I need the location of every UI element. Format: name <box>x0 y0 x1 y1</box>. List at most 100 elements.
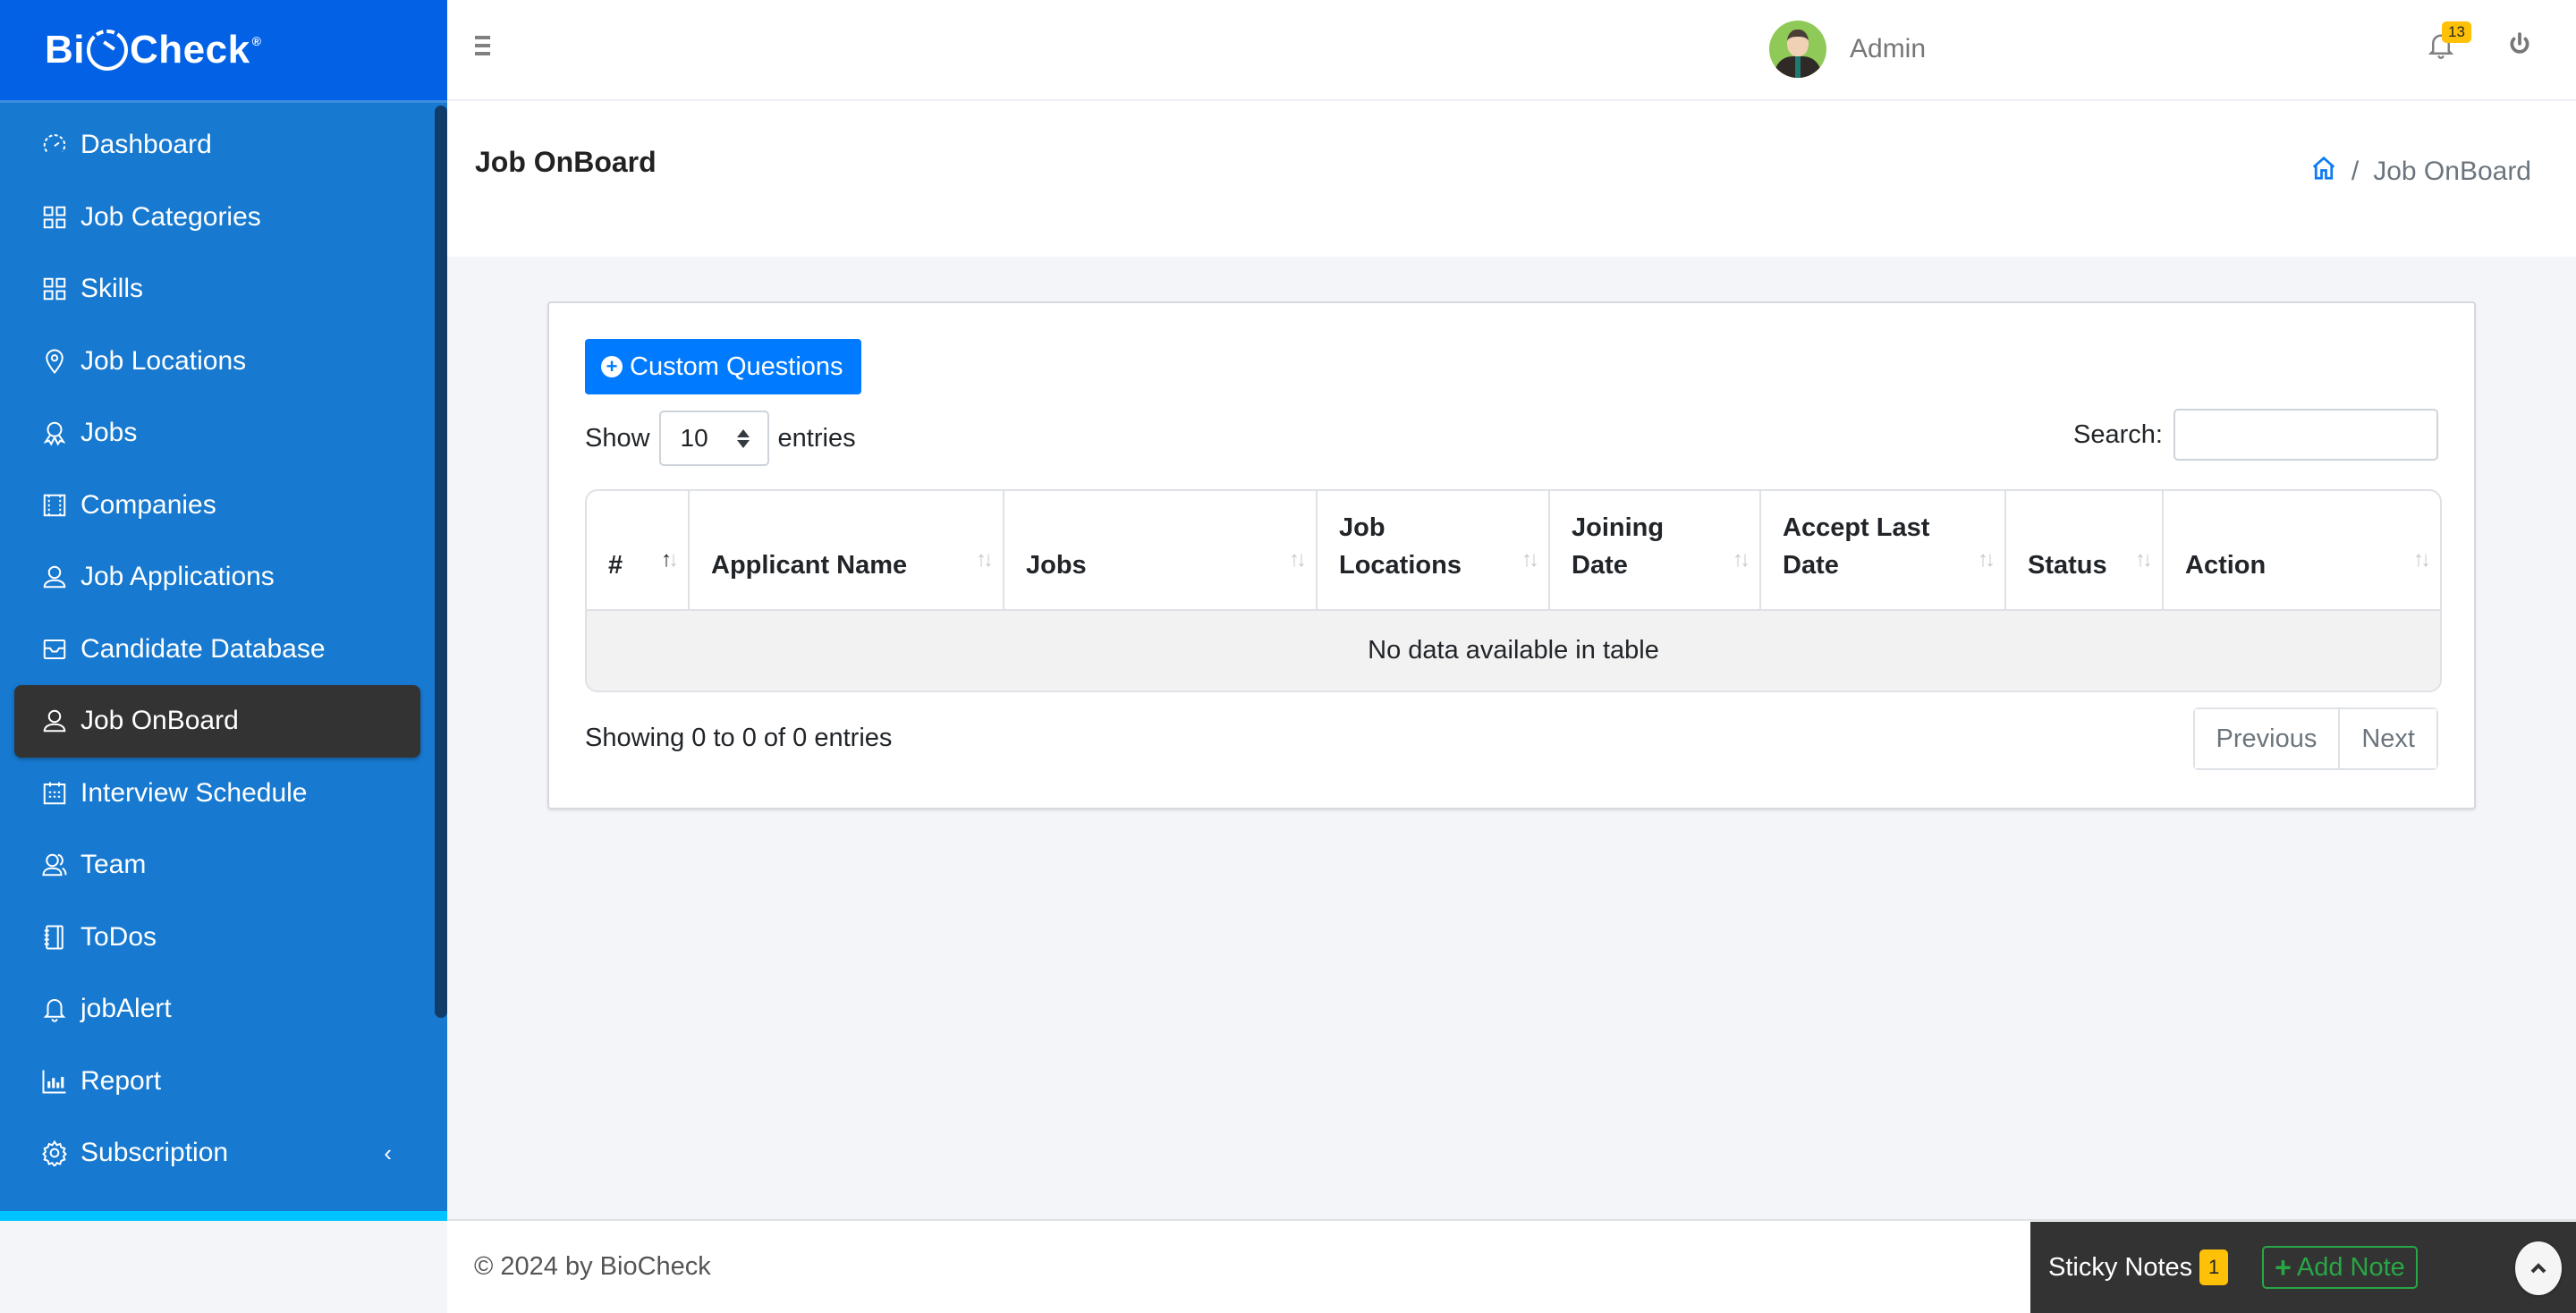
grid-icon <box>41 275 68 302</box>
sidebar-item-label: Job Locations <box>80 345 247 376</box>
sort-icon: ↑↓ <box>2413 547 2431 572</box>
page-length-value: 10 <box>680 424 708 452</box>
sidebar-item-label: Job Categories <box>80 201 261 232</box>
next-page-button[interactable]: Next <box>2338 709 2436 768</box>
breadcrumb: / Job OnBoard <box>2310 155 2531 189</box>
sidebar-nav: Dashboard Job Categories Skills Job Loca… <box>0 103 447 1190</box>
user-name: Admin <box>1850 34 1927 64</box>
home-icon[interactable] <box>2310 155 2337 189</box>
users-icon <box>41 851 68 878</box>
add-note-label: Add Note <box>2296 1252 2405 1282</box>
empty-table-message: No data available in table <box>587 610 2440 690</box>
page-length-select[interactable]: 10 <box>658 411 769 466</box>
sidebar-item-label: Team <box>80 850 147 880</box>
copyright-text: © 2024 by BioCheck <box>474 1252 711 1281</box>
bar-chart-icon <box>41 1068 68 1095</box>
sidebar-bottom-accent <box>0 1211 447 1221</box>
expand-sticky-notes-button[interactable] <box>2515 1241 2562 1295</box>
sidebar-item-job-onboard[interactable]: Job OnBoard <box>14 685 420 758</box>
column-header-applicant-name[interactable]: Applicant Name ↑↓ <box>689 491 1004 611</box>
page-header: Job OnBoard / Job OnBoard <box>447 101 2576 257</box>
sort-icon: ↑↓ <box>1289 547 1307 572</box>
map-pin-icon <box>41 348 68 375</box>
show-label: Show <box>585 423 650 453</box>
brand-suffix: Check <box>130 28 250 72</box>
sidebar-item-job-applications[interactable]: Job Applications <box>0 541 447 614</box>
column-header-action[interactable]: Action ↑↓ <box>2163 491 2440 611</box>
award-icon <box>41 419 68 446</box>
custom-questions-label: Custom Questions <box>630 352 843 381</box>
sidebar-scrollbar[interactable] <box>435 106 447 1018</box>
sidebar-item-label: Job Applications <box>80 562 275 592</box>
sidebar-item-label: jobAlert <box>80 994 172 1024</box>
sidebar-item-label: Dashboard <box>80 130 212 160</box>
chevron-up-icon <box>2530 1263 2546 1274</box>
column-header-job-locations[interactable]: Job Locations ↑↓ <box>1317 491 1550 611</box>
user-menu[interactable]: Admin <box>1769 21 1926 78</box>
sidebar-item-job-locations[interactable]: Job Locations <box>0 326 447 398</box>
sidebar-item-jobalert[interactable]: jobAlert <box>0 973 447 1046</box>
sticky-notes-label[interactable]: Sticky Notes <box>2048 1253 2192 1283</box>
notebook-icon <box>41 924 68 951</box>
sidebar-item-candidate-database[interactable]: Candidate Database <box>0 614 447 686</box>
gear-icon <box>41 1139 68 1167</box>
plus-icon: + <box>2275 1250 2292 1283</box>
power-icon[interactable] <box>2508 32 2531 62</box>
pagination: Previous Next <box>2192 707 2438 770</box>
sticky-notes-count-badge: 1 <box>2199 1249 2229 1285</box>
brand-prefix: Bi <box>45 28 85 72</box>
sidebar-item-companies[interactable]: Companies <box>0 470 447 542</box>
sidebar-item-team[interactable]: Team <box>0 829 447 902</box>
add-note-button[interactable]: + Add Note <box>2262 1246 2418 1289</box>
column-header-joining-date[interactable]: Joining Date ↑↓ <box>1549 491 1761 611</box>
plus-circle-icon: + <box>601 356 623 377</box>
grid-icon <box>41 204 68 231</box>
sidebar-item-label: Job OnBoard <box>80 706 239 736</box>
breadcrumb-current: Job OnBoard <box>2373 157 2531 186</box>
sidebar: Bi Check ® Dashboard Job Categories Skil… <box>0 0 447 1221</box>
sidebar-item-subscription[interactable]: Subscription ‹ <box>0 1117 447 1190</box>
notification-count-badge: 13 <box>2442 21 2471 43</box>
sidebar-item-label: Report <box>80 1065 162 1096</box>
select-arrows-icon <box>736 428 750 448</box>
user-icon <box>41 707 68 734</box>
sort-icon: ↑↓ <box>2135 547 2153 572</box>
sidebar-item-label: Subscription <box>80 1138 229 1168</box>
onboard-table-wrapper: # ↑↓ Applicant Name ↑↓ Jobs ↑↓ Job Locations… <box>585 489 2442 692</box>
column-header-status[interactable]: Status ↑↓ <box>2005 491 2164 611</box>
column-header-number[interactable]: # ↑↓ <box>587 491 690 611</box>
previous-page-button[interactable]: Previous <box>2194 709 2339 768</box>
sidebar-item-job-categories[interactable]: Job Categories <box>0 182 447 254</box>
sidebar-item-label: Jobs <box>80 418 138 448</box>
search-input[interactable] <box>2174 409 2438 461</box>
custom-questions-button[interactable]: + Custom Questions <box>585 339 861 394</box>
sort-asc-icon: ↑↓ <box>661 547 679 572</box>
page-length-control: Show 10 entries <box>585 411 856 466</box>
sidebar-item-todos[interactable]: ToDos <box>0 902 447 974</box>
sidebar-item-label: Skills <box>80 274 144 304</box>
sidebar-item-skills[interactable]: Skills <box>0 253 447 326</box>
page-title: Job OnBoard <box>475 146 657 178</box>
sort-icon: ↑↓ <box>1978 547 1996 572</box>
sidebar-item-label: ToDos <box>80 921 157 952</box>
column-header-jobs[interactable]: Jobs ↑↓ <box>1004 491 1318 611</box>
table-row-empty: No data available in table <box>587 610 2440 690</box>
chevron-left-icon[interactable]: ‹ <box>384 1139 392 1167</box>
menu-toggle-icon[interactable] <box>475 36 490 55</box>
sidebar-item-interview-schedule[interactable]: Interview Schedule <box>0 758 447 830</box>
table-header-row: # ↑↓ Applicant Name ↑↓ Jobs ↑↓ Job Locations… <box>587 491 2440 611</box>
column-header-accept-last-date[interactable]: Accept Last Date ↑↓ <box>1760 491 2006 611</box>
sidebar-item-dashboard[interactable]: Dashboard <box>0 109 447 182</box>
search-label: Search: <box>2073 419 2163 449</box>
bell-icon <box>41 995 68 1022</box>
onboard-card: + Custom Questions Show 10 entries Searc… <box>547 301 2476 809</box>
sidebar-item-report[interactable]: Report <box>0 1046 447 1118</box>
sidebar-item-jobs[interactable]: Jobs <box>0 397 447 470</box>
onboard-table: # ↑↓ Applicant Name ↑↓ Jobs ↑↓ Job Locations… <box>587 491 2440 690</box>
topbar <box>447 0 2576 101</box>
brand-logo[interactable]: Bi Check ® <box>45 28 261 72</box>
sort-icon: ↑↓ <box>1521 547 1539 572</box>
sort-icon: ↑↓ <box>1733 547 1750 572</box>
film-icon <box>41 492 68 519</box>
logo-bar: Bi Check ® <box>0 0 447 103</box>
